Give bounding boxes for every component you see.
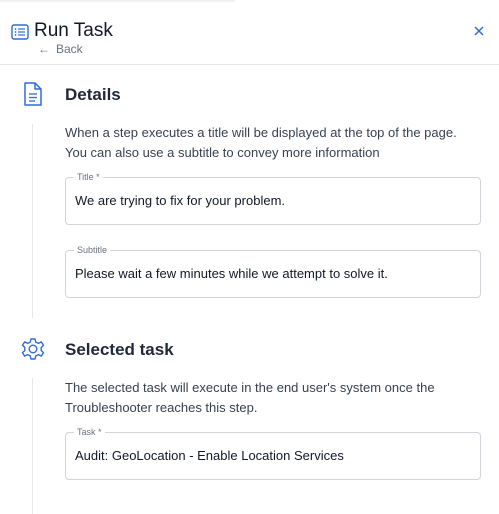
gear-icon xyxy=(21,338,45,360)
selected-task-description-line2: Troubleshooter reaches this step. xyxy=(65,400,258,415)
arrow-left-icon: ← xyxy=(38,42,50,56)
details-description-line1: When a step executes a title will be dis… xyxy=(65,125,457,140)
subtitle-field-value[interactable]: Please wait a few minutes while we attem… xyxy=(75,266,388,281)
document-icon xyxy=(24,82,42,106)
subtitle-field[interactable]: Subtitle Please wait a few minutes while… xyxy=(65,244,481,298)
details-description: When a step executes a title will be dis… xyxy=(65,123,485,163)
panel-header: Run Task ← Back xyxy=(0,0,499,65)
selected-task-description-line1: The selected task will execute in the en… xyxy=(65,380,435,395)
close-icon[interactable] xyxy=(472,24,486,38)
title-field-label: Title * xyxy=(74,171,103,183)
title-field-value[interactable]: We are trying to fix for your problem. xyxy=(75,193,285,208)
back-link[interactable]: ← Back xyxy=(38,42,83,56)
task-field-value[interactable]: Audit: GeoLocation - Enable Location Ser… xyxy=(75,448,344,463)
details-description-line2: You can also use a subtitle to convey mo… xyxy=(65,145,380,160)
selected-task-title: Selected task xyxy=(65,340,174,359)
task-field[interactable]: Task * Audit: GeoLocation - Enable Locat… xyxy=(65,426,481,480)
title-field[interactable]: Title * We are trying to fix for your pr… xyxy=(65,171,481,225)
timeline-line-details xyxy=(32,124,33,318)
subtitle-field-label: Subtitle xyxy=(74,244,111,256)
list-icon xyxy=(11,24,29,40)
back-label: Back xyxy=(56,42,83,56)
task-field-label: Task * xyxy=(74,426,105,438)
details-title: Details xyxy=(65,85,121,104)
page-title: Run Task xyxy=(34,20,113,41)
selected-task-description: The selected task will execute in the en… xyxy=(65,378,485,418)
timeline-line-task xyxy=(32,378,33,514)
